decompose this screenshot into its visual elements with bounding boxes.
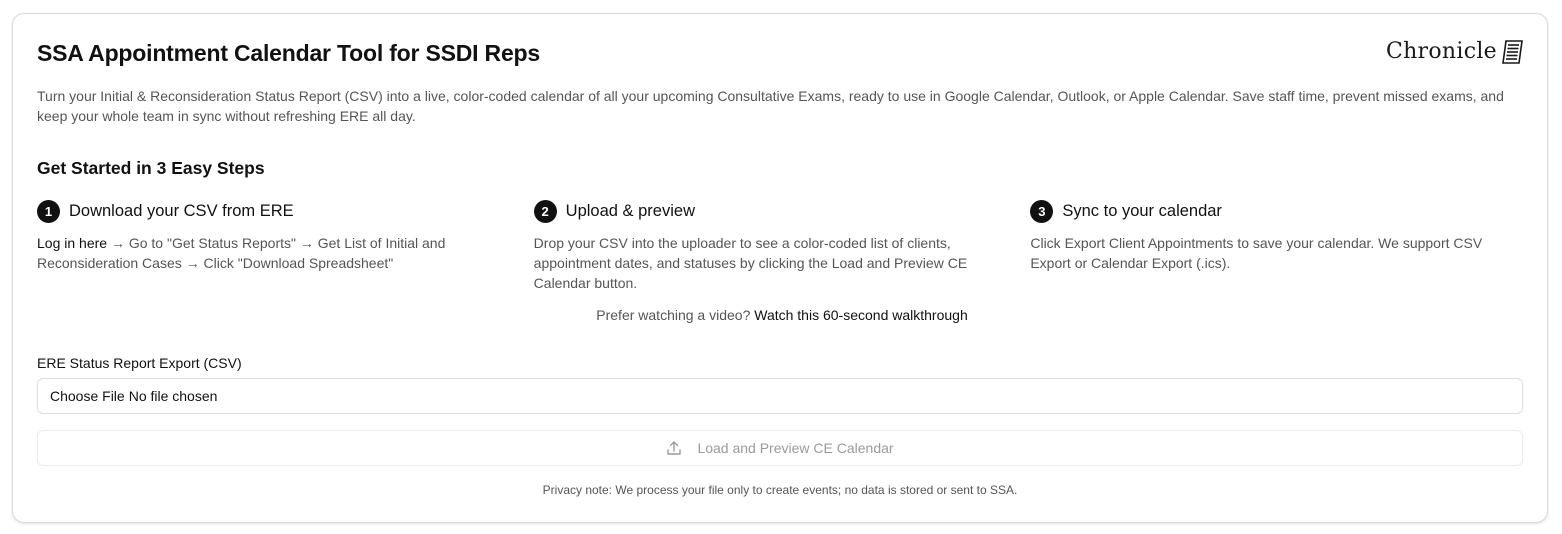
step-title: Sync to your calendar (1062, 201, 1222, 220)
step-1-header: 1 Download your CSV from ERE (37, 199, 504, 223)
page-title: SSA Appointment Calendar Tool for SSDI R… (37, 40, 540, 66)
step-description: Drop your CSV into the uploader to see a… (533, 235, 968, 291)
csv-file-input[interactable]: Choose File No file chosen (37, 378, 1523, 414)
video-prompt-text: Prefer watching a video? (596, 307, 755, 323)
choose-file-button[interactable]: Choose File (50, 388, 125, 404)
step-number-badge: 3 (1030, 199, 1054, 223)
intro-text: Turn your Initial & Reconsideration Stat… (37, 88, 1504, 124)
steps-section-title: Get Started in 3 Easy Steps (37, 158, 265, 178)
brand-name: Chronicle (1385, 39, 1497, 64)
step-number-badge: 1 (37, 199, 60, 223)
step-2-header: 2 Upload & preview (533, 199, 1001, 223)
step-1: 1 Download your CSV from ERE Log in here… (37, 199, 534, 293)
card-content: SSA Appointment Calendar Tool for SSDI R… (37, 14, 1523, 522)
file-status-text: No file chosen (128, 388, 218, 404)
walkthrough-video-link[interactable]: Watch this 60-second walkthrough (754, 307, 967, 323)
video-prompt: Prefer watching a video? Watch this 60-s… (37, 307, 1527, 323)
steps-list: 1 Download your CSV from ERE Log in here… (37, 199, 1527, 293)
step-2: 2 Upload & preview Drop your CSV into th… (533, 199, 1031, 293)
login-link[interactable]: Log in here (37, 235, 107, 251)
csv-file-label: ERE Status Report Export (CSV) (37, 355, 242, 371)
load-preview-label: Load and Preview CE Calendar (697, 440, 894, 456)
step-3-header: 3 Sync to your calendar (1030, 199, 1497, 223)
step-number-badge: 2 (533, 199, 557, 223)
step-description: Click Export Client Appointments to save… (1030, 235, 1483, 271)
upload-icon (666, 440, 682, 456)
step-3: 3 Sync to your calendar Click Export Cli… (1030, 199, 1527, 293)
document-icon (1501, 39, 1523, 64)
load-preview-button[interactable]: Load and Preview CE Calendar (37, 430, 1523, 466)
brand-logo[interactable]: Chronicle (1386, 39, 1523, 64)
step-title: Upload & preview (565, 201, 695, 220)
step-title: Download your CSV from ERE (69, 201, 294, 220)
step-description: Log in here → Go to "Get Status Reports"… (37, 233, 504, 273)
main-card: SSA Appointment Calendar Tool for SSDI R… (12, 13, 1548, 523)
privacy-note: Privacy note: We process your file only … (542, 483, 1018, 497)
